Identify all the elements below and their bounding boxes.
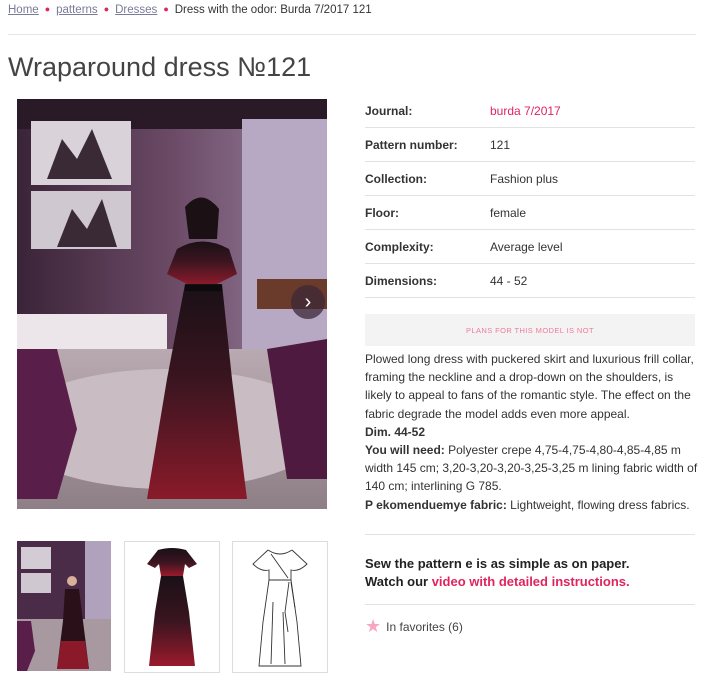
breadcrumb-separator: ● <box>103 4 110 14</box>
spec-value: Average level <box>490 239 563 254</box>
pattern-info-table: Journal: burda 7/2017 Pattern number: 12… <box>365 94 695 346</box>
favorites-label: In favorites (6) <box>386 619 463 634</box>
spec-row-dimensions: Dimensions: 44 - 52 <box>365 264 695 298</box>
thumbnail-dress[interactable] <box>124 541 220 673</box>
video-instructions-link[interactable]: video with detailed instructions. <box>432 574 630 589</box>
breadcrumb-home-link[interactable]: Home <box>8 4 39 16</box>
spec-value: Fashion plus <box>490 171 559 186</box>
thumbnail-sketch-image <box>252 549 308 667</box>
description: Plowed long dress with puckered skirt an… <box>365 350 700 514</box>
breadcrumb: Home ● patterns ● Dresses ● Dress with the odo… <box>8 4 372 16</box>
you-will-need-label: You will need: <box>365 443 445 458</box>
breadcrumb-patterns-link[interactable]: patterns <box>56 4 98 16</box>
spec-key: Dimensions: <box>365 273 438 288</box>
spec-value: female <box>490 205 527 220</box>
spec-row-floor: Floor: female <box>365 196 695 230</box>
favorites-button[interactable]: ★ In favorites (6) <box>365 616 463 637</box>
thumbnail-dress-image <box>147 548 197 666</box>
spec-row-pattern-number: Pattern number: 121 <box>365 128 695 162</box>
thumbnail-photo-image <box>17 541 111 671</box>
breadcrumb-separator: ● <box>44 4 51 14</box>
dimensions-label: Dim. 44-52 <box>365 424 426 439</box>
spec-value: 44 - 52 <box>490 273 528 288</box>
sew-promo-prefix: Watch our <box>365 574 432 589</box>
fabric-text: Lightweight, flowing dress fabrics. <box>506 497 690 512</box>
thumbnail-sketch[interactable] <box>232 541 328 673</box>
spec-row-complexity: Complexity: Average level <box>365 230 695 264</box>
description-text: Plowed long dress with puckered skirt an… <box>365 352 694 421</box>
photo-illustration <box>17 99 327 509</box>
next-photo-button[interactable]: › <box>291 285 325 319</box>
spec-row-collection: Collection: Fashion plus <box>365 162 695 196</box>
spec-row-journal: Journal: burda 7/2017 <box>365 94 695 128</box>
main-product-photo[interactable]: › <box>17 99 327 509</box>
breadcrumb-separator: ● <box>163 4 169 14</box>
plans-notice: PLANS FOR THIS MODEL IS NOT <box>365 314 695 346</box>
spec-key: Collection: <box>365 171 427 186</box>
divider <box>365 604 695 605</box>
breadcrumb-dresses-link[interactable]: Dresses <box>115 4 157 16</box>
spec-value: 121 <box>490 137 511 152</box>
fabric-label: P ekomenduemye fabric: <box>365 497 507 512</box>
journal-link[interactable]: burda 7/2017 <box>490 104 561 118</box>
star-icon: ★ <box>365 616 382 636</box>
spec-key: Floor: <box>365 205 399 220</box>
sew-promo: Sew the pattern e is as simple as on pap… <box>365 555 630 591</box>
divider <box>8 34 696 35</box>
page-title: Wraparound dress №121 <box>8 52 312 82</box>
divider <box>365 534 695 535</box>
sew-promo-line1: Sew the pattern e is as simple as on pap… <box>365 556 630 571</box>
chevron-right-icon: › <box>304 290 312 313</box>
thumbnail-photo[interactable] <box>17 541 111 671</box>
spec-key: Pattern number: <box>365 137 458 152</box>
spec-key: Complexity: <box>365 239 434 254</box>
spec-key: Journal: <box>365 103 413 118</box>
breadcrumb-current: Dress with the odor: Burda 7/2017 121 <box>174 4 372 16</box>
